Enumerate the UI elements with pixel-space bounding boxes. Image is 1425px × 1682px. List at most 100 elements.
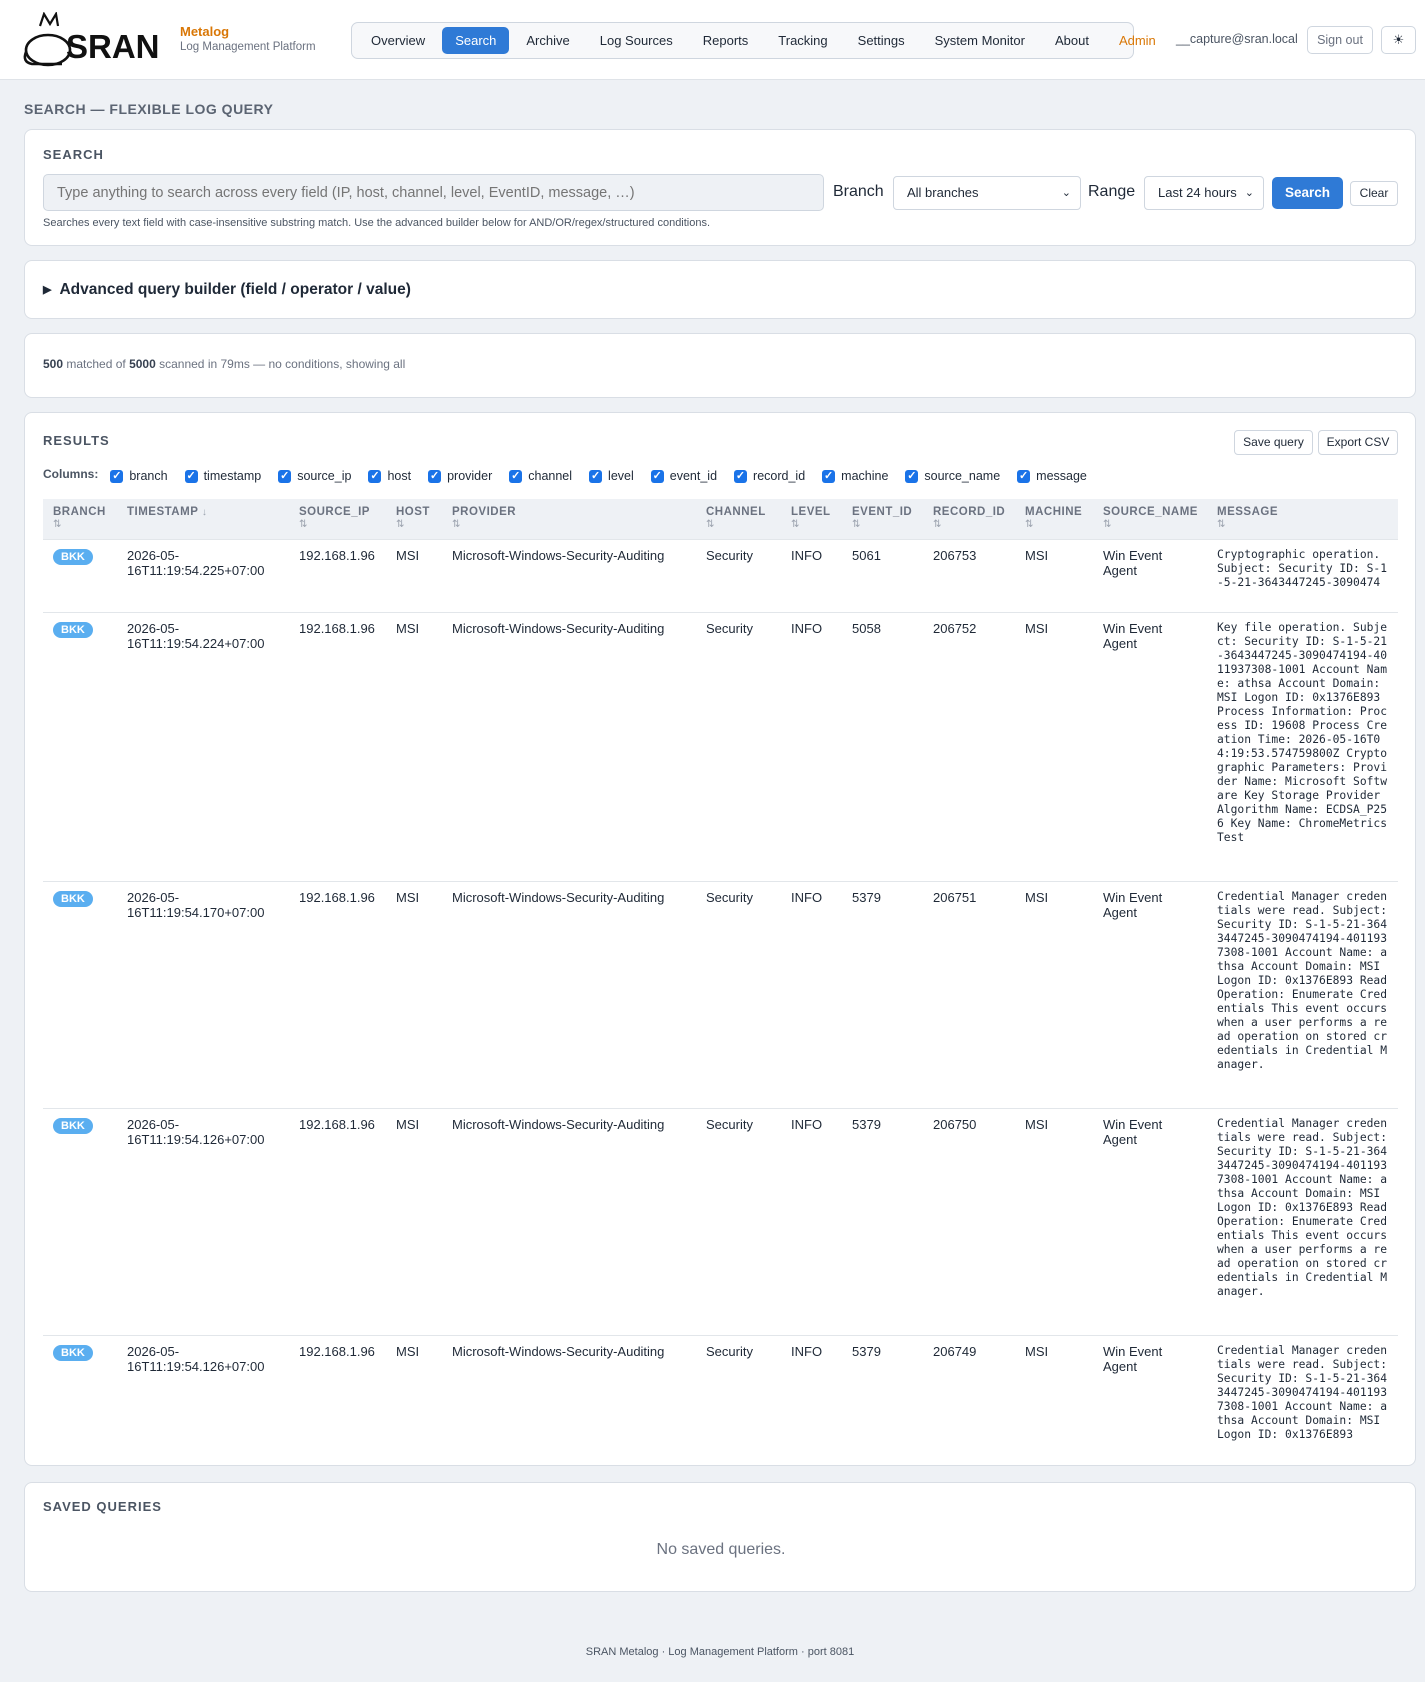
column-toggle-channel[interactable]: ✓ channel <box>509 469 572 483</box>
column-toggle-timestamp[interactable]: ✓ timestamp <box>184 469 261 483</box>
column-header-source-ip[interactable]: SOURCE_IP ⇅ <box>289 499 386 539</box>
nav-tracking[interactable]: Tracking <box>765 27 840 54</box>
sran-logo[interactable]: SRAN <box>22 10 172 68</box>
table-row[interactable]: BKK 2026-05-16T11:19:54.126+07:00 192.168.… <box>43 1107 1398 1335</box>
column-toggle-provider[interactable]: ✓ provider <box>428 469 492 483</box>
checkbox-checked-icon[interactable]: ✓ <box>822 469 836 483</box>
column-toggle-label: record_id <box>753 469 806 483</box>
cell-timestamp: 2026-05-16T11:19:54.126+07:00 <box>117 1107 289 1335</box>
table-row[interactable]: BKK 2026-05-16T11:19:54.170+07:00 192.168.… <box>43 880 1398 1108</box>
column-header-channel[interactable]: CHANNEL ⇅ <box>696 499 781 539</box>
cell-source-ip: 192.168.1.96 <box>289 611 386 881</box>
nav-log-sources[interactable]: Log Sources <box>587 27 686 54</box>
stats-card: 500 matched of 5000 scanned in 79ms — no… <box>24 333 1416 398</box>
sort-icon[interactable]: ⇅ <box>852 519 861 530</box>
column-header-source-name[interactable]: SOURCE_NAME ⇅ <box>1093 499 1207 539</box>
column-toggle-message[interactable]: ✓ message <box>1017 469 1087 483</box>
search-hint: Searches every text field with case-inse… <box>43 217 711 229</box>
column-toggle-label: machine <box>841 469 889 483</box>
cell-machine: MSI <box>1015 1107 1093 1335</box>
column-header-label: EVENT_ID <box>852 506 913 518</box>
search-button[interactable]: Search <box>1272 177 1343 209</box>
sort-icon[interactable]: ⇅ <box>1025 519 1034 530</box>
saved-queries-title: SAVED QUERIES <box>43 1499 162 1514</box>
cat-logo-icon: SRAN <box>23 10 160 67</box>
column-header-event-id[interactable]: EVENT_ID ⇅ <box>842 499 923 539</box>
theme-toggle-sun-icon[interactable]: ☀ <box>1381 26 1416 54</box>
checkbox-checked-icon[interactable]: ✓ <box>589 469 603 483</box>
cell-branch: BKK <box>43 538 117 612</box>
column-toggle-source-ip[interactable]: ✓ source_ip <box>278 469 351 483</box>
column-header-timestamp[interactable]: TIMESTAMP ↓ <box>117 499 289 539</box>
column-toggle-branch[interactable]: ✓ branch <box>110 469 168 483</box>
nav-about[interactable]: About <box>1042 27 1102 54</box>
nav-archive[interactable]: Archive <box>513 27 582 54</box>
column-header-host[interactable]: HOST ⇅ <box>386 499 442 539</box>
column-header-message[interactable]: MESSAGE ⇅ <box>1207 499 1398 539</box>
branch-label: Branch <box>833 183 884 200</box>
cell-record-id: 206749 <box>923 1334 1015 1460</box>
checkbox-checked-icon[interactable]: ✓ <box>428 469 442 483</box>
nav-reports[interactable]: Reports <box>690 27 762 54</box>
column-header-machine[interactable]: MACHINE ⇅ <box>1015 499 1093 539</box>
branch-badge: BKK <box>53 1117 93 1134</box>
sort-icon[interactable]: ⇅ <box>1103 519 1112 530</box>
column-header-record-id[interactable]: RECORD_ID ⇅ <box>923 499 1015 539</box>
checkbox-checked-icon[interactable]: ✓ <box>650 469 664 483</box>
sort-icon[interactable]: ⇅ <box>53 519 62 530</box>
column-header-provider[interactable]: PROVIDER ⇅ <box>442 499 696 539</box>
range-select[interactable]: Last 24 hours ⌄ <box>1144 176 1264 210</box>
column-toggle-event-id[interactable]: ✓ event_id <box>650 469 717 483</box>
table-row[interactable]: BKK 2026-05-16T11:19:54.126+07:00 192.168.… <box>43 1334 1398 1460</box>
column-toggle-source-name[interactable]: ✓ source_name <box>905 469 1000 483</box>
branch-select-value: All branches <box>907 185 979 200</box>
sort-icon[interactable]: ⇅ <box>452 519 461 530</box>
save-query-button[interactable]: Save query <box>1234 430 1313 455</box>
sort-icon[interactable]: ⇅ <box>706 519 715 530</box>
cell-machine: MSI <box>1015 538 1093 612</box>
nav-admin[interactable]: Admin <box>1106 27 1169 54</box>
column-toggle-record-id[interactable]: ✓ record_id <box>734 469 805 483</box>
sort-desc-icon[interactable]: ↓ <box>202 507 208 518</box>
checkbox-checked-icon[interactable]: ✓ <box>905 469 919 483</box>
range-select-value: Last 24 hours <box>1158 185 1237 200</box>
nav-settings[interactable]: Settings <box>845 27 918 54</box>
checkbox-checked-icon[interactable]: ✓ <box>110 469 124 483</box>
column-header-label: CHANNEL <box>706 506 766 518</box>
column-header-branch[interactable]: BRANCH ⇅ <box>43 499 117 539</box>
column-toggle-host[interactable]: ✓ host <box>368 469 411 483</box>
column-toggle-level[interactable]: ✓ level <box>589 469 634 483</box>
clear-button[interactable]: Clear <box>1350 181 1398 206</box>
checkbox-checked-icon[interactable]: ✓ <box>368 469 382 483</box>
cell-timestamp: 2026-05-16T11:19:54.126+07:00 <box>117 1334 289 1460</box>
checkbox-checked-icon[interactable]: ✓ <box>278 469 292 483</box>
checkbox-checked-icon[interactable]: ✓ <box>509 469 523 483</box>
cell-source-name: Win Event Agent <box>1093 538 1207 612</box>
cell-channel: Security <box>696 1107 781 1335</box>
cell-message: Credential Manager credentials were read… <box>1207 880 1398 1108</box>
table-row[interactable]: BKK 2026-05-16T11:19:54.225+07:00 192.168.… <box>43 538 1398 612</box>
branch-select[interactable]: All branches ⌄ <box>893 176 1081 210</box>
nav-overview[interactable]: Overview <box>358 27 438 54</box>
column-header-level[interactable]: LEVEL ⇅ <box>781 499 842 539</box>
search-input[interactable] <box>43 174 824 211</box>
sign-out-button[interactable]: Sign out <box>1307 26 1373 54</box>
export-csv-button[interactable]: Export CSV <box>1318 430 1398 455</box>
sort-icon[interactable]: ⇅ <box>396 519 405 530</box>
table-row[interactable]: BKK 2026-05-16T11:19:54.224+07:00 192.168.… <box>43 611 1398 881</box>
sort-icon[interactable]: ⇅ <box>933 519 942 530</box>
cell-timestamp: 2026-05-16T11:19:54.225+07:00 <box>117 538 289 612</box>
nav-system-monitor[interactable]: System Monitor <box>922 27 1038 54</box>
checkbox-checked-icon[interactable]: ✓ <box>184 469 198 483</box>
sort-icon[interactable]: ⇅ <box>299 519 308 530</box>
advanced-builder-toggle[interactable]: ▶ Advanced query builder (field / operato… <box>43 281 411 299</box>
column-toggles: Columns: ✓ branch ✓ timestamp ✓ source_ip ✓ hos… <box>43 467 1104 483</box>
sort-icon[interactable]: ⇅ <box>1217 519 1226 530</box>
column-toggle-machine[interactable]: ✓ machine <box>822 469 888 483</box>
checkbox-checked-icon[interactable]: ✓ <box>734 469 748 483</box>
cell-channel: Security <box>696 538 781 612</box>
checkbox-checked-icon[interactable]: ✓ <box>1017 469 1031 483</box>
column-toggle-label: level <box>608 469 634 483</box>
nav-search[interactable]: Search <box>442 27 510 54</box>
sort-icon[interactable]: ⇅ <box>791 519 800 530</box>
